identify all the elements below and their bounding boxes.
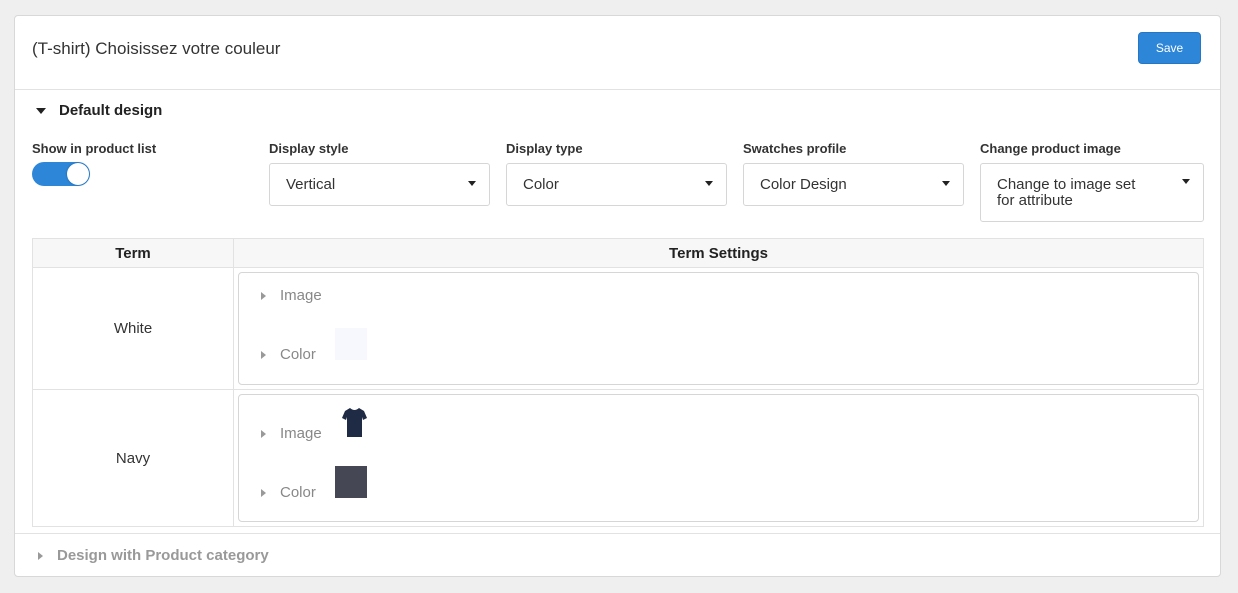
default-design-toggle[interactable]: Default design (36, 102, 162, 119)
term-name: White (32, 267, 234, 390)
caret-right-icon (38, 551, 43, 560)
term-settings-box: Image Color (238, 272, 1199, 385)
section-title: Default design (59, 102, 163, 119)
caret-down-icon (36, 107, 46, 114)
display-type-select[interactable]: Color (506, 163, 727, 206)
display-style-value: Vertical (286, 176, 336, 193)
caret-right-icon (261, 350, 266, 359)
color-setting-label: Color (280, 484, 316, 501)
term-settings-box: Image Color (238, 394, 1199, 522)
terms-table: Term Term Settings White Image Color Nav… (32, 238, 1204, 527)
column-header-term: Term (32, 238, 234, 268)
caret-down-icon (468, 181, 476, 186)
color-swatch[interactable] (335, 466, 367, 498)
save-button[interactable]: Save (1138, 32, 1201, 64)
caret-down-icon (942, 181, 950, 186)
term-name: Navy (32, 389, 234, 527)
image-setting-label: Image (280, 425, 322, 442)
color-setting-toggle[interactable]: Color (261, 346, 316, 363)
table-row: White Image Color (32, 267, 1204, 390)
page-title: (T-shirt) Choisissez votre couleur (32, 39, 281, 58)
toggle-knob (67, 163, 89, 185)
caret-right-icon (261, 291, 266, 300)
image-setting-toggle[interactable]: Image (261, 287, 322, 304)
display-type-value: Color (523, 176, 559, 193)
display-style-select[interactable]: Vertical (269, 163, 490, 206)
image-setting-toggle[interactable]: Image (261, 425, 322, 442)
display-type-label: Display type (506, 141, 583, 156)
caret-down-icon (705, 181, 713, 186)
product-category-section: Design with Product category (15, 533, 1220, 577)
color-swatch[interactable] (335, 328, 367, 360)
change-image-value: Change to image set for attribute (997, 176, 1136, 209)
change-image-select[interactable]: Change to image set for attribute (980, 163, 1204, 222)
product-category-toggle[interactable]: Design with Product category (38, 547, 269, 564)
change-image-label: Change product image (980, 141, 1121, 156)
attribute-panel: (T-shirt) Choisissez votre couleur Save … (14, 15, 1221, 577)
image-setting-label: Image (280, 287, 322, 304)
term-settings-cell: Image Color (233, 389, 1204, 527)
caret-right-icon (261, 429, 266, 438)
color-setting-label: Color (280, 346, 316, 363)
caret-right-icon (261, 488, 266, 497)
swatches-profile-label: Swatches profile (743, 141, 847, 156)
product-category-label: Design with Product category (57, 547, 269, 564)
panel-header: (T-shirt) Choisissez votre couleur Save (15, 16, 1220, 90)
swatches-profile-value: Color Design (760, 176, 847, 193)
color-setting-toggle[interactable]: Color (261, 484, 316, 501)
show-in-list-label: Show in product list (32, 141, 157, 156)
caret-down-icon (1182, 179, 1190, 184)
term-settings-cell: Image Color (233, 267, 1204, 390)
display-style-label: Display style (269, 141, 349, 156)
column-header-term-settings: Term Settings (233, 238, 1204, 268)
swatches-profile-select[interactable]: Color Design (743, 163, 964, 206)
table-row: Navy Image Color (32, 389, 1204, 527)
show-in-list-toggle[interactable] (32, 162, 90, 186)
navy-tshirt-icon[interactable] (342, 407, 367, 438)
